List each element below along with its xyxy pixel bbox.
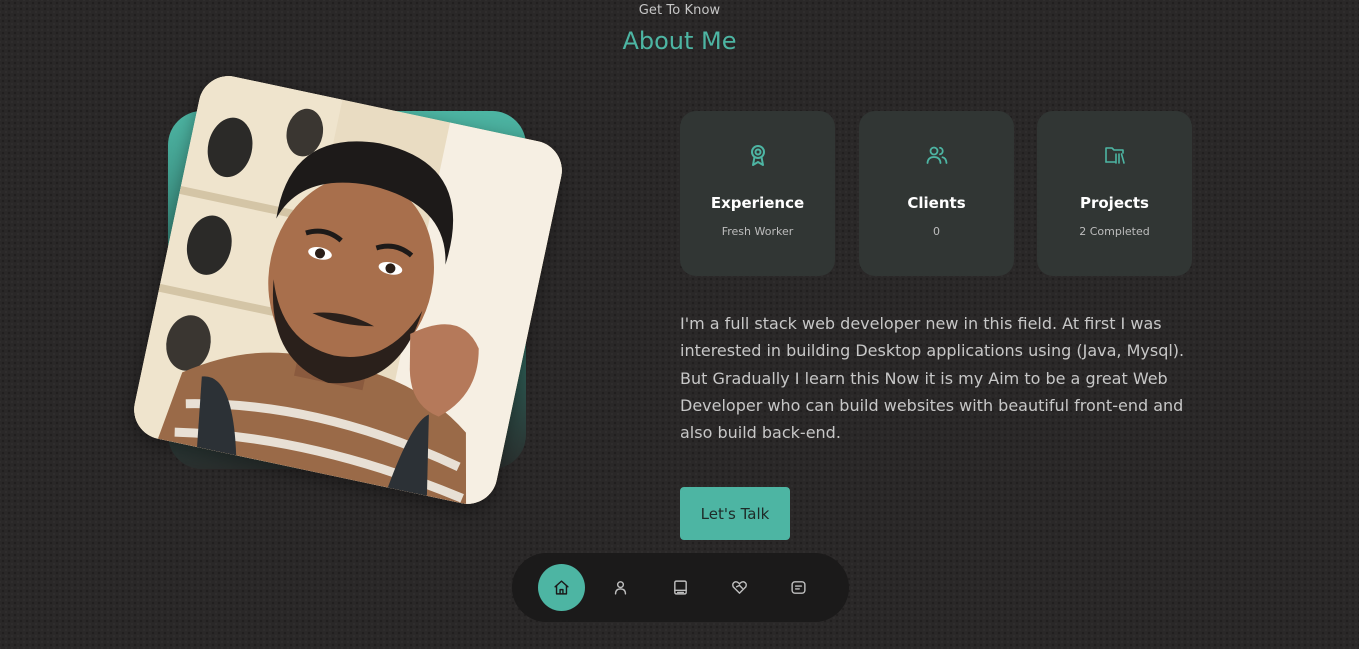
- service-icon: [732, 581, 747, 594]
- experience-card: Experience Fresh Worker: [680, 111, 835, 276]
- card-title: Projects: [1079, 194, 1149, 212]
- award-icon: [680, 143, 835, 169]
- book-icon: [674, 580, 687, 595]
- nav-services[interactable]: [716, 564, 763, 611]
- about-section: Get To Know About Me Experience Fresh Wo…: [0, 0, 1359, 649]
- section-subtitle: Get To Know: [638, 3, 721, 18]
- lets-talk-button[interactable]: Let's Talk: [680, 487, 790, 540]
- nav-about[interactable]: [597, 564, 644, 611]
- home-icon: [554, 580, 569, 595]
- folder-library-icon: [1037, 143, 1192, 169]
- card-value: Fresh Worker: [721, 225, 794, 238]
- card-value: 2 Completed: [1079, 225, 1150, 238]
- nav-contact[interactable]: [775, 564, 822, 611]
- user-icon: [614, 581, 627, 595]
- card-title: Clients: [907, 194, 966, 212]
- clients-card: Clients 0: [859, 111, 1014, 276]
- bottom-nav: [512, 553, 849, 622]
- card-title: Experience: [710, 194, 805, 212]
- message-icon: [791, 581, 806, 594]
- nav-experience[interactable]: [657, 564, 704, 611]
- projects-card: Projects 2 Completed: [1037, 111, 1192, 276]
- card-value: 0: [933, 225, 940, 238]
- profile-photo: [128, 70, 568, 510]
- users-icon: [859, 143, 1014, 169]
- about-paragraph: I'm a full stack web developer new in th…: [680, 314, 1185, 443]
- nav-home[interactable]: [538, 564, 585, 611]
- section-title: About Me: [622, 27, 737, 55]
